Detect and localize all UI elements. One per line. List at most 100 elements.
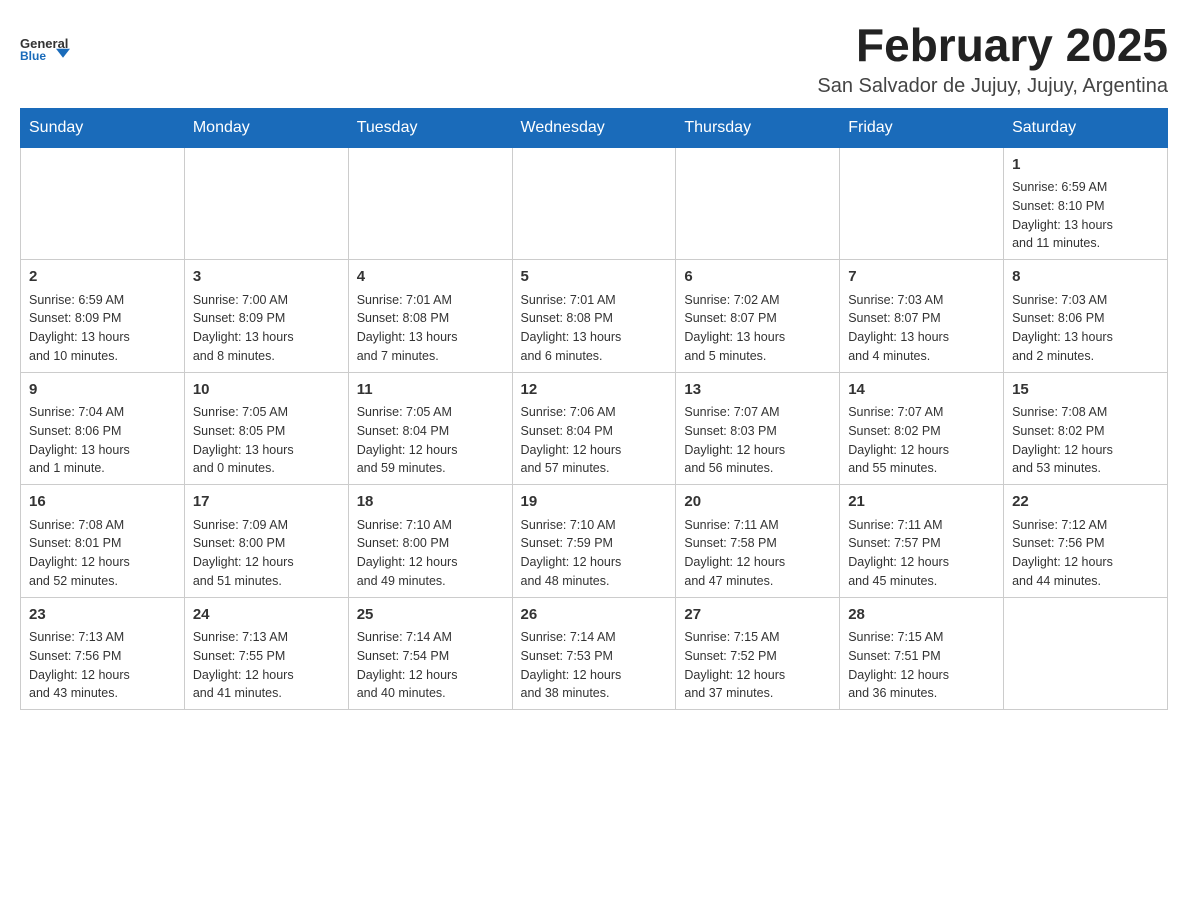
day-number: 12: [521, 379, 668, 402]
day-number: 14: [848, 379, 995, 402]
day-cell: [512, 147, 676, 260]
header-thursday: Thursday: [676, 108, 840, 147]
day-info: Sunrise: 7:02 AM Sunset: 8:07 PM Dayligh…: [684, 291, 831, 366]
day-info: Sunrise: 7:07 AM Sunset: 8:02 PM Dayligh…: [848, 403, 995, 478]
day-cell: 13Sunrise: 7:07 AM Sunset: 8:03 PM Dayli…: [676, 372, 840, 485]
day-info: Sunrise: 7:09 AM Sunset: 8:00 PM Dayligh…: [193, 516, 340, 591]
week-row-4: 16Sunrise: 7:08 AM Sunset: 8:01 PM Dayli…: [21, 485, 1168, 598]
day-info: Sunrise: 7:11 AM Sunset: 7:57 PM Dayligh…: [848, 516, 995, 591]
day-cell: [1004, 597, 1168, 710]
day-number: 5: [521, 266, 668, 289]
day-info: Sunrise: 7:03 AM Sunset: 8:07 PM Dayligh…: [848, 291, 995, 366]
day-number: 13: [684, 379, 831, 402]
header-monday: Monday: [184, 108, 348, 147]
day-number: 19: [521, 491, 668, 514]
day-info: Sunrise: 7:15 AM Sunset: 7:51 PM Dayligh…: [848, 628, 995, 703]
day-cell: 28Sunrise: 7:15 AM Sunset: 7:51 PM Dayli…: [840, 597, 1004, 710]
day-number: 9: [29, 379, 176, 402]
day-cell: 19Sunrise: 7:10 AM Sunset: 7:59 PM Dayli…: [512, 485, 676, 598]
day-info: Sunrise: 7:07 AM Sunset: 8:03 PM Dayligh…: [684, 403, 831, 478]
day-cell: 8Sunrise: 7:03 AM Sunset: 8:06 PM Daylig…: [1004, 260, 1168, 373]
day-cell: [840, 147, 1004, 260]
day-info: Sunrise: 7:01 AM Sunset: 8:08 PM Dayligh…: [521, 291, 668, 366]
header-sunday: Sunday: [21, 108, 185, 147]
day-number: 3: [193, 266, 340, 289]
day-info: Sunrise: 7:04 AM Sunset: 8:06 PM Dayligh…: [29, 403, 176, 478]
day-number: 1: [1012, 154, 1159, 177]
day-cell: [348, 147, 512, 260]
day-number: 15: [1012, 379, 1159, 402]
week-row-5: 23Sunrise: 7:13 AM Sunset: 7:56 PM Dayli…: [21, 597, 1168, 710]
day-cell: 15Sunrise: 7:08 AM Sunset: 8:02 PM Dayli…: [1004, 372, 1168, 485]
day-info: Sunrise: 7:08 AM Sunset: 8:02 PM Dayligh…: [1012, 403, 1159, 478]
month-title: February 2025: [817, 20, 1168, 71]
day-cell: 17Sunrise: 7:09 AM Sunset: 8:00 PM Dayli…: [184, 485, 348, 598]
day-cell: 7Sunrise: 7:03 AM Sunset: 8:07 PM Daylig…: [840, 260, 1004, 373]
header-friday: Friday: [840, 108, 1004, 147]
day-number: 16: [29, 491, 176, 514]
day-cell: [676, 147, 840, 260]
calendar-table: SundayMondayTuesdayWednesdayThursdayFrid…: [20, 108, 1168, 711]
day-cell: 6Sunrise: 7:02 AM Sunset: 8:07 PM Daylig…: [676, 260, 840, 373]
week-row-2: 2Sunrise: 6:59 AM Sunset: 8:09 PM Daylig…: [21, 260, 1168, 373]
day-cell: 18Sunrise: 7:10 AM Sunset: 8:00 PM Dayli…: [348, 485, 512, 598]
day-info: Sunrise: 7:12 AM Sunset: 7:56 PM Dayligh…: [1012, 516, 1159, 591]
day-info: Sunrise: 7:10 AM Sunset: 7:59 PM Dayligh…: [521, 516, 668, 591]
day-cell: 1Sunrise: 6:59 AM Sunset: 8:10 PM Daylig…: [1004, 147, 1168, 260]
day-number: 7: [848, 266, 995, 289]
day-number: 10: [193, 379, 340, 402]
day-cell: 22Sunrise: 7:12 AM Sunset: 7:56 PM Dayli…: [1004, 485, 1168, 598]
day-info: Sunrise: 7:00 AM Sunset: 8:09 PM Dayligh…: [193, 291, 340, 366]
day-info: Sunrise: 7:05 AM Sunset: 8:04 PM Dayligh…: [357, 403, 504, 478]
day-cell: 16Sunrise: 7:08 AM Sunset: 8:01 PM Dayli…: [21, 485, 185, 598]
header-saturday: Saturday: [1004, 108, 1168, 147]
day-number: 17: [193, 491, 340, 514]
day-cell: 20Sunrise: 7:11 AM Sunset: 7:58 PM Dayli…: [676, 485, 840, 598]
day-number: 22: [1012, 491, 1159, 514]
week-row-3: 9Sunrise: 7:04 AM Sunset: 8:06 PM Daylig…: [21, 372, 1168, 485]
day-number: 11: [357, 379, 504, 402]
header-tuesday: Tuesday: [348, 108, 512, 147]
day-cell: 27Sunrise: 7:15 AM Sunset: 7:52 PM Dayli…: [676, 597, 840, 710]
day-number: 24: [193, 604, 340, 627]
day-number: 8: [1012, 266, 1159, 289]
day-number: 25: [357, 604, 504, 627]
day-info: Sunrise: 7:13 AM Sunset: 7:56 PM Dayligh…: [29, 628, 176, 703]
day-info: Sunrise: 7:06 AM Sunset: 8:04 PM Dayligh…: [521, 403, 668, 478]
day-cell: 2Sunrise: 6:59 AM Sunset: 8:09 PM Daylig…: [21, 260, 185, 373]
day-info: Sunrise: 7:11 AM Sunset: 7:58 PM Dayligh…: [684, 516, 831, 591]
day-number: 4: [357, 266, 504, 289]
day-cell: 26Sunrise: 7:14 AM Sunset: 7:53 PM Dayli…: [512, 597, 676, 710]
day-cell: 3Sunrise: 7:00 AM Sunset: 8:09 PM Daylig…: [184, 260, 348, 373]
day-cell: 24Sunrise: 7:13 AM Sunset: 7:55 PM Dayli…: [184, 597, 348, 710]
day-number: 6: [684, 266, 831, 289]
svg-text:Blue: Blue: [20, 49, 46, 63]
page-header: General Blue February 2025 San Salvador …: [20, 20, 1168, 98]
day-number: 18: [357, 491, 504, 514]
logo-svg: General Blue: [20, 20, 80, 75]
week-row-1: 1Sunrise: 6:59 AM Sunset: 8:10 PM Daylig…: [21, 147, 1168, 260]
calendar-header-row: SundayMondayTuesdayWednesdayThursdayFrid…: [21, 108, 1168, 147]
day-number: 20: [684, 491, 831, 514]
day-cell: 21Sunrise: 7:11 AM Sunset: 7:57 PM Dayli…: [840, 485, 1004, 598]
header-wednesday: Wednesday: [512, 108, 676, 147]
day-cell: 14Sunrise: 7:07 AM Sunset: 8:02 PM Dayli…: [840, 372, 1004, 485]
day-cell: 5Sunrise: 7:01 AM Sunset: 8:08 PM Daylig…: [512, 260, 676, 373]
day-number: 26: [521, 604, 668, 627]
day-info: Sunrise: 7:01 AM Sunset: 8:08 PM Dayligh…: [357, 291, 504, 366]
day-info: Sunrise: 6:59 AM Sunset: 8:09 PM Dayligh…: [29, 291, 176, 366]
day-info: Sunrise: 7:03 AM Sunset: 8:06 PM Dayligh…: [1012, 291, 1159, 366]
day-cell: [184, 147, 348, 260]
day-cell: 4Sunrise: 7:01 AM Sunset: 8:08 PM Daylig…: [348, 260, 512, 373]
day-number: 21: [848, 491, 995, 514]
day-info: Sunrise: 7:14 AM Sunset: 7:53 PM Dayligh…: [521, 628, 668, 703]
day-info: Sunrise: 7:14 AM Sunset: 7:54 PM Dayligh…: [357, 628, 504, 703]
day-number: 27: [684, 604, 831, 627]
day-cell: 23Sunrise: 7:13 AM Sunset: 7:56 PM Dayli…: [21, 597, 185, 710]
day-cell: 11Sunrise: 7:05 AM Sunset: 8:04 PM Dayli…: [348, 372, 512, 485]
day-info: Sunrise: 7:10 AM Sunset: 8:00 PM Dayligh…: [357, 516, 504, 591]
day-cell: 10Sunrise: 7:05 AM Sunset: 8:05 PM Dayli…: [184, 372, 348, 485]
day-info: Sunrise: 7:08 AM Sunset: 8:01 PM Dayligh…: [29, 516, 176, 591]
title-section: February 2025 San Salvador de Jujuy, Juj…: [817, 20, 1168, 98]
day-cell: [21, 147, 185, 260]
